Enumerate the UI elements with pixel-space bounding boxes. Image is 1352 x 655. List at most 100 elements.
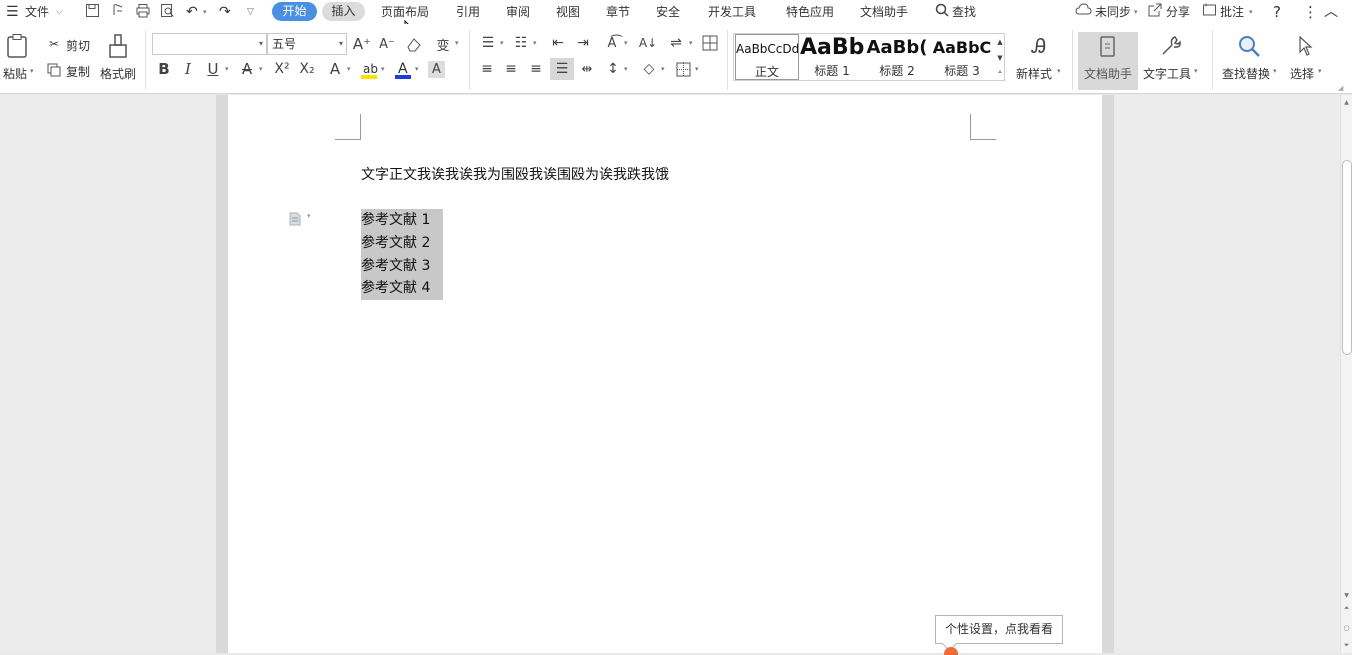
paste-icon[interactable] (5, 32, 31, 60)
select-browse-object-icon[interactable]: ○ (1341, 623, 1352, 633)
superscript-icon[interactable]: X² (272, 60, 292, 78)
print-preview-icon[interactable] (160, 3, 175, 21)
new-style-icon[interactable]: Ꭿ (1025, 32, 1053, 60)
shading-icon[interactable]: ◇ (640, 61, 658, 77)
vertical-scrollbar[interactable]: ▲ ▼ ⏶ ○ ⏷ (1340, 95, 1352, 653)
underline-dropdown-icon[interactable]: ▾ (225, 65, 229, 73)
text-effect-dropdown-icon[interactable]: ▾ (347, 65, 351, 73)
ribbon-expand-icon[interactable]: ◢ (1338, 84, 1343, 92)
cut-button[interactable]: 剪切 (66, 37, 90, 54)
comment-dropdown-icon[interactable]: ▾ (1249, 3, 1253, 21)
print-icon[interactable] (135, 3, 151, 21)
tab-doc-assistant[interactable]: 文档助手 (860, 3, 908, 21)
copy-icon[interactable] (46, 62, 62, 78)
align-center-icon[interactable]: ≡ (503, 61, 519, 77)
collapse-ribbon-icon[interactable]: ︿ (1324, 3, 1338, 21)
more-options-icon[interactable]: ⋮ (1303, 3, 1318, 21)
undo-dropdown-icon[interactable]: ▾ (203, 3, 207, 21)
text-direction-dropdown-icon[interactable]: ▾ (624, 39, 628, 47)
font-color-dropdown-icon[interactable]: ▾ (415, 65, 419, 73)
tab-review[interactable]: 审阅 (506, 3, 530, 21)
strikethrough-dropdown-icon[interactable]: ▾ (259, 65, 263, 73)
select-button[interactable]: 选择 (1290, 65, 1314, 82)
tab-developer[interactable]: 开发工具 (708, 3, 756, 21)
shading-dropdown-icon[interactable]: ▾ (661, 65, 665, 73)
justify-icon[interactable]: ☰ (550, 58, 574, 80)
highlight-dropdown-icon[interactable]: ▾ (381, 65, 385, 73)
strikethrough-icon[interactable]: A (239, 60, 255, 78)
next-page-icon[interactable]: ⏷ (1341, 640, 1352, 650)
text-effect-icon[interactable]: A (326, 60, 344, 78)
font-color-icon[interactable]: A (394, 60, 412, 80)
share-icon[interactable] (1148, 3, 1162, 21)
gallery-up-icon[interactable]: ▲ (995, 34, 1005, 49)
font-size-select[interactable]: 五号 ▾ (267, 33, 347, 55)
reference-item[interactable]: 参考文献 3 (361, 255, 443, 278)
style-heading-3[interactable]: AaBbC 标题 3 (930, 34, 994, 80)
undo-icon[interactable]: ↶ (186, 3, 198, 21)
shrink-font-icon[interactable]: A⁻ (378, 35, 396, 53)
gallery-more-icon[interactable]: ⩡ (995, 65, 1005, 80)
format-painter-button[interactable]: 格式刷 (100, 65, 136, 82)
save-icon[interactable] (85, 3, 100, 21)
style-heading-2[interactable]: AaBb( 标题 2 (865, 34, 929, 80)
tab-view[interactable]: 视图 (556, 3, 580, 21)
borders-icon[interactable] (674, 61, 692, 77)
borders-dropdown-icon[interactable]: ▾ (695, 65, 699, 73)
reference-item[interactable]: 参考文献 4 (361, 277, 443, 300)
text-tools-button[interactable]: 文字工具 (1143, 65, 1191, 82)
sync-dropdown-icon[interactable]: ▾ (1134, 3, 1138, 21)
scroll-thumb[interactable] (1342, 160, 1352, 355)
bullet-list-icon[interactable]: ☰ (479, 35, 497, 51)
grow-font-icon[interactable]: A⁺ (353, 35, 371, 53)
tab-special-apps[interactable]: 特色应用 (786, 3, 834, 21)
paste-button[interactable]: 粘贴 (3, 65, 27, 82)
paragraph-marker-icon[interactable] (288, 211, 302, 227)
find-replace-icon[interactable] (1236, 32, 1262, 60)
scroll-down-icon[interactable]: ▼ (1341, 590, 1352, 600)
select-cursor-icon[interactable] (1295, 32, 1317, 60)
prev-page-icon[interactable]: ⏶ (1341, 603, 1352, 613)
selected-references[interactable]: 参考文献 1 参考文献 2 参考文献 3 参考文献 4 (361, 209, 443, 300)
chevron-down-icon[interactable]: ⌵ (56, 3, 63, 21)
line-break-dropdown-icon[interactable]: ▾ (689, 39, 693, 47)
subscript-icon[interactable]: X₂ (297, 60, 317, 78)
find-replace-button[interactable]: 查找替换 (1222, 65, 1270, 82)
reference-item[interactable]: 参考文献 1 (361, 209, 443, 232)
clear-format-icon[interactable] (404, 34, 424, 54)
sort-icon[interactable]: A↓ (639, 35, 657, 51)
file-menu[interactable]: 文件 (25, 3, 49, 21)
tab-page-layout[interactable]: 页面布局 (381, 3, 429, 21)
hamburger-icon[interactable]: ☰ (6, 3, 19, 21)
share-button[interactable]: 分享 (1166, 3, 1190, 21)
decrease-indent-icon[interactable]: ⇤ (549, 35, 567, 51)
comment-icon[interactable] (1202, 3, 1217, 21)
tab-references[interactable]: 引用 (456, 3, 480, 21)
scroll-up-icon[interactable]: ▲ (1341, 97, 1352, 107)
numbered-list-icon[interactable]: ☷ (512, 35, 530, 51)
tab-chapter[interactable]: 章节 (606, 3, 630, 21)
increase-indent-icon[interactable]: ⇥ (574, 35, 592, 51)
line-break-icon[interactable]: ⇌ (666, 35, 686, 51)
show-marks-icon[interactable] (701, 34, 719, 52)
paste-dropdown-icon[interactable]: ▾ (30, 67, 34, 75)
underline-icon[interactable]: U (205, 60, 221, 78)
bullet-dropdown-icon[interactable]: ▾ (500, 39, 504, 47)
help-icon[interactable]: ? (1273, 3, 1281, 21)
gallery-down-icon[interactable]: ▼ (995, 50, 1005, 65)
customize-toolbar-icon[interactable]: ▽ (247, 3, 254, 21)
new-style-button[interactable]: 新样式 (1016, 65, 1052, 82)
tab-security[interactable]: 安全 (656, 3, 680, 21)
cloud-sync-icon[interactable] (1075, 3, 1092, 21)
paragraph-marker-dropdown-icon[interactable]: ▾ (307, 212, 311, 220)
tab-home[interactable]: 开始 (272, 2, 317, 21)
align-left-icon[interactable]: ≡ (479, 61, 495, 77)
doc-assistant-button[interactable]: 文档助手 (1078, 32, 1138, 90)
char-shading-icon[interactable]: A (428, 61, 445, 78)
align-right-icon[interactable]: ≡ (528, 61, 544, 77)
pinyin-guide-icon[interactable]: 变 (433, 34, 453, 54)
italic-icon[interactable]: I (181, 60, 195, 78)
find-replace-dropdown-icon[interactable]: ▾ (1273, 67, 1277, 75)
style-heading-1[interactable]: AaBb 标题 1 (800, 34, 864, 80)
distributed-align-icon[interactable]: ⇹ (578, 61, 596, 77)
